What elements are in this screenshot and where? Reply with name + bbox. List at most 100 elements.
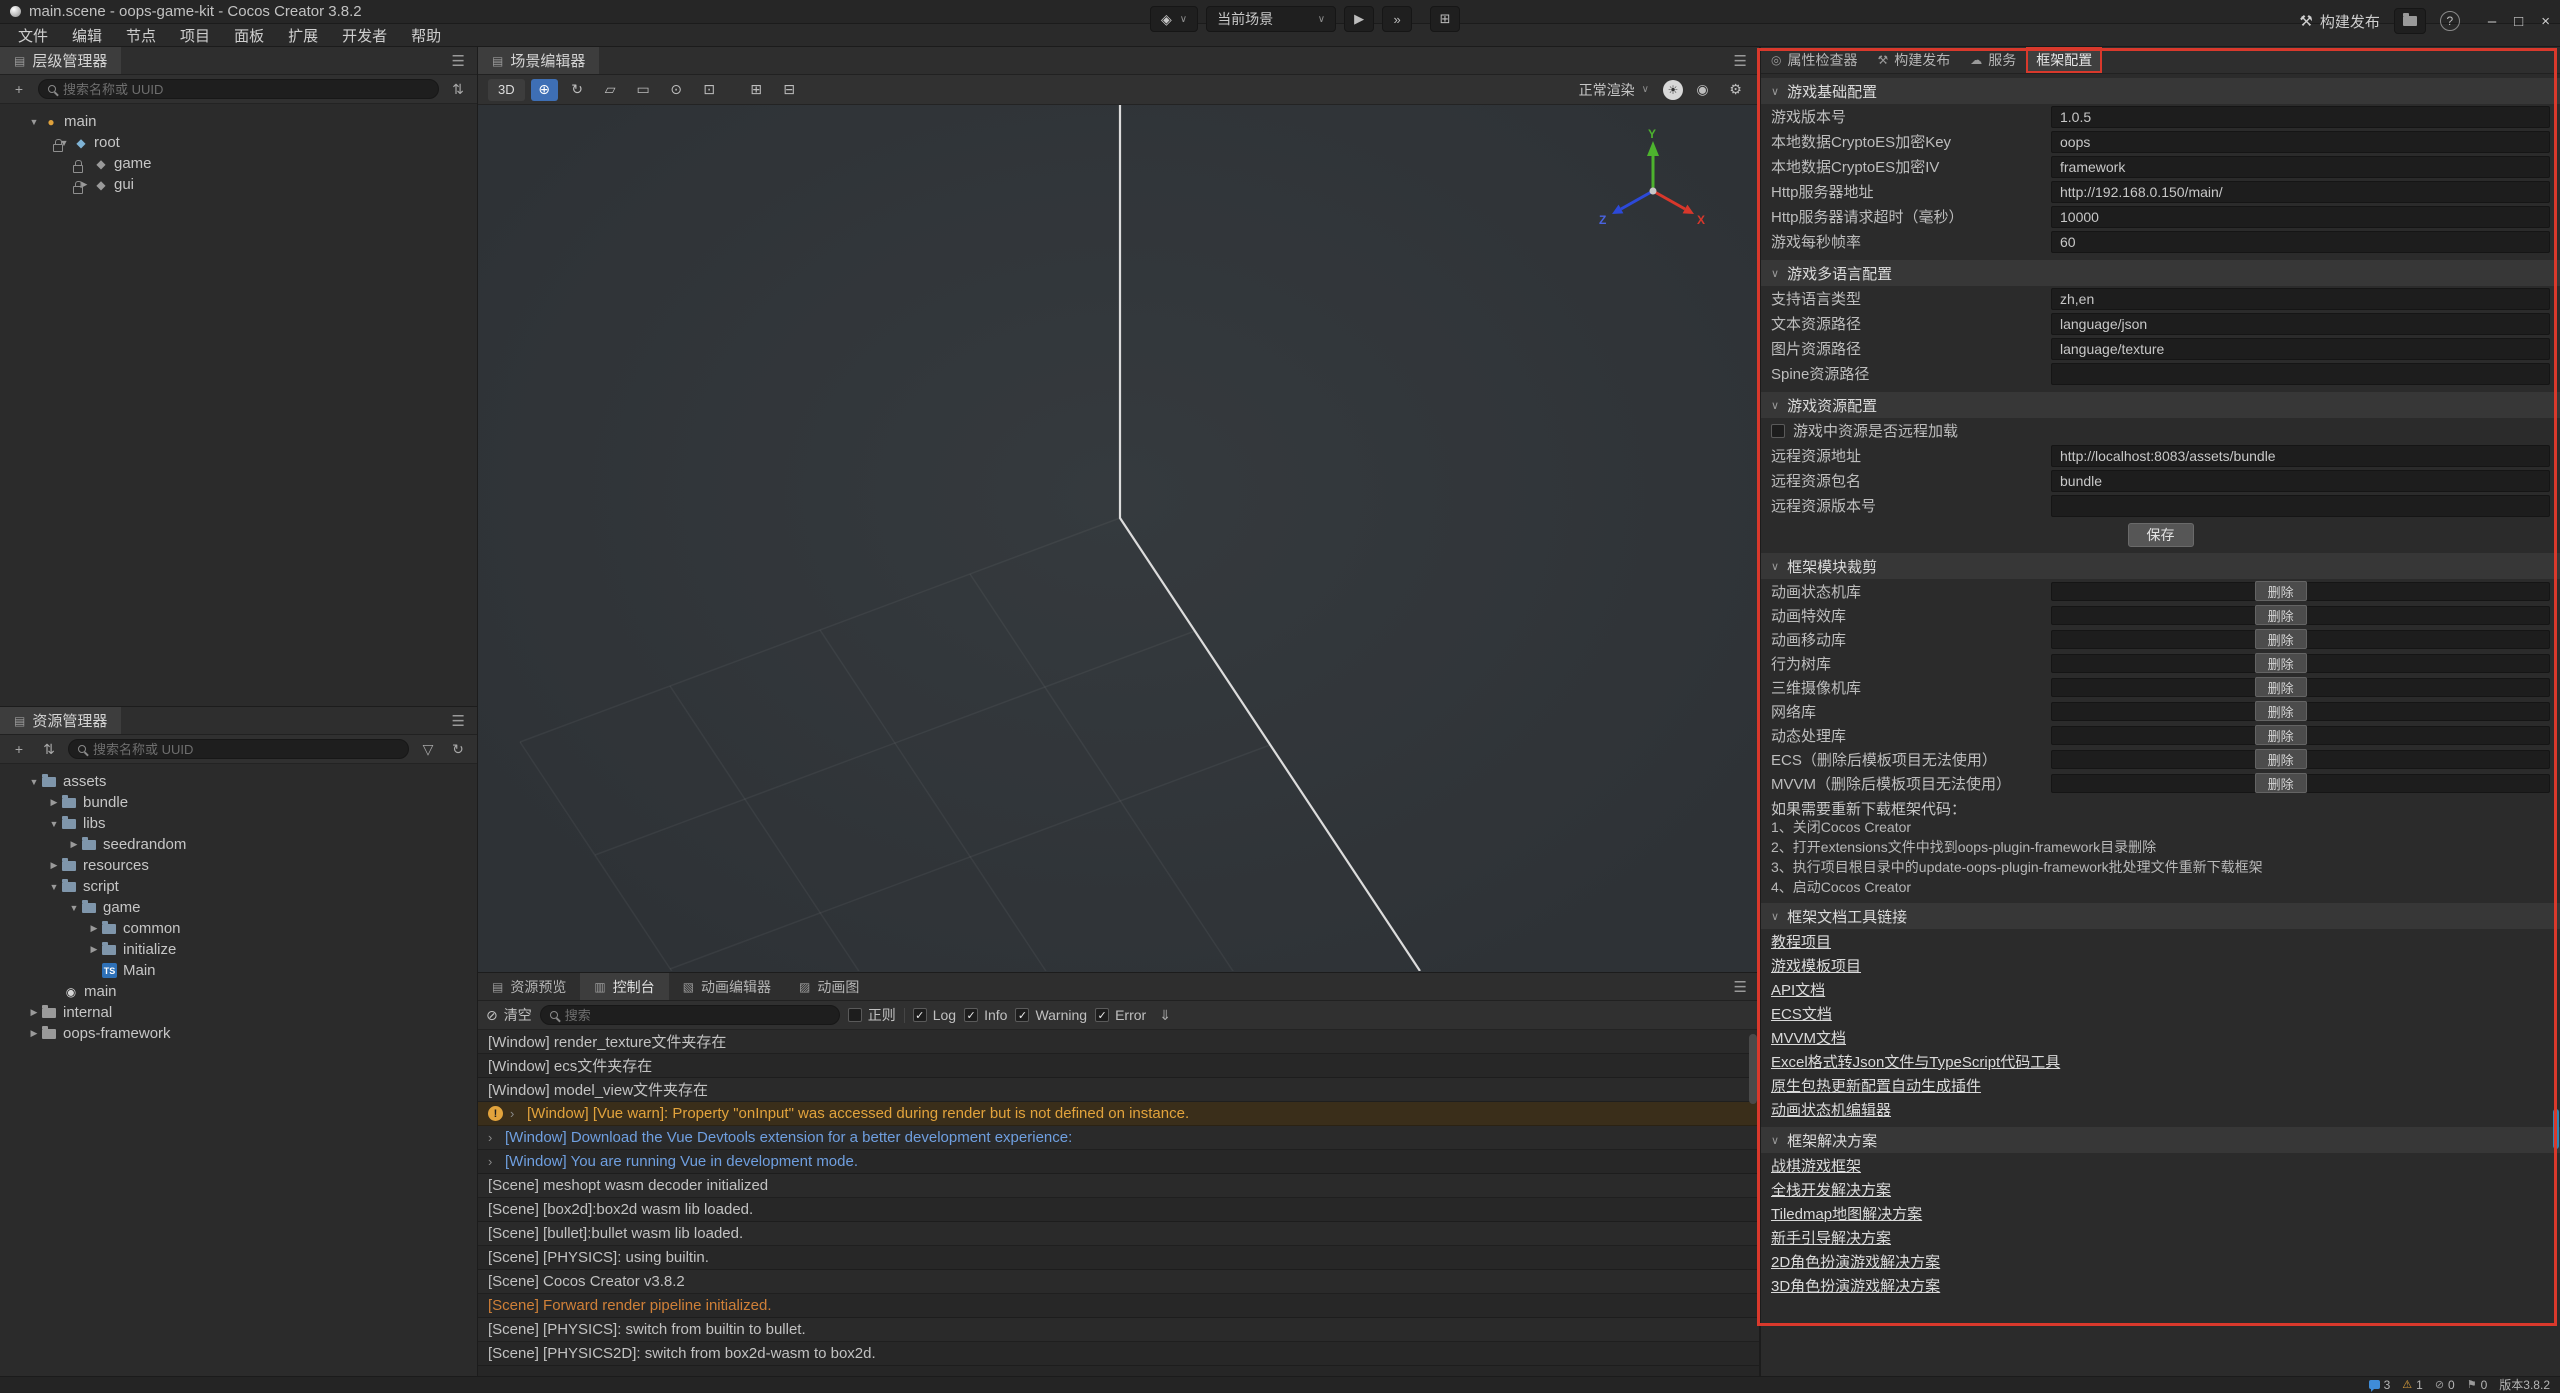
tree-arrow-icon[interactable]: ▶ bbox=[66, 839, 82, 850]
asset-row-game[interactable]: ▼ game bbox=[0, 897, 477, 918]
scene-camera-button[interactable]: ◉ bbox=[1689, 79, 1716, 101]
remote-load-checkbox[interactable] bbox=[1771, 424, 1785, 438]
hierarchy-filter-icon[interactable]: ⇅ bbox=[447, 81, 469, 98]
scene-select[interactable]: 当前场景 ∨ bbox=[1206, 6, 1336, 32]
solution-link[interactable]: Tiledmap地图解决方案 bbox=[1771, 1203, 1922, 1224]
tab-animation-editor[interactable]: ▧ 动画编辑器 bbox=[669, 973, 785, 1000]
export-log-icon[interactable]: ⇓ bbox=[1154, 1007, 1176, 1024]
menu-extension[interactable]: 扩展 bbox=[276, 24, 330, 46]
menu-help[interactable]: 帮助 bbox=[399, 24, 453, 46]
build-publish-button[interactable]: ⚒ 构建发布 bbox=[2299, 11, 2379, 32]
menu-project[interactable]: 项目 bbox=[168, 24, 222, 46]
doc-link[interactable]: MVVM文档 bbox=[1771, 1027, 1846, 1048]
tab-assets[interactable]: ▤ 资源管理器 bbox=[0, 707, 121, 734]
panel-menu-icon[interactable]: ☰ bbox=[440, 52, 477, 70]
log-row[interactable]: [Scene] Cocos Creator v3.8.2 bbox=[478, 1270, 1759, 1294]
warning-count[interactable]: ⚠ 1 bbox=[2402, 1378, 2423, 1392]
tab-hierarchy[interactable]: ▤ 层级管理器 bbox=[0, 47, 121, 74]
section-game-basic-config[interactable]: ∨ 游戏基础配置 bbox=[1761, 78, 2560, 104]
close-button[interactable]: × bbox=[2541, 13, 2550, 30]
solution-link[interactable]: 3D角色扮演游戏解决方案 bbox=[1771, 1275, 1940, 1296]
menu-node[interactable]: 节点 bbox=[114, 24, 168, 46]
clear-console-button[interactable]: ⊘ 清空 bbox=[486, 1005, 532, 1025]
play-button[interactable]: ▶ bbox=[1344, 6, 1374, 32]
message-count[interactable]: 3 bbox=[2369, 1378, 2391, 1392]
warning-checkbox[interactable]: ✓ bbox=[1015, 1008, 1029, 1022]
snap-settings-button[interactable]: ⊟ bbox=[776, 79, 803, 101]
log-row[interactable]: [Scene] [box2d]:box2d wasm lib loaded. bbox=[478, 1198, 1759, 1222]
scene-light-toggle[interactable]: ☀ bbox=[1663, 80, 1683, 100]
tree-arrow-icon[interactable]: ▼ bbox=[66, 903, 82, 913]
crypto-key-input[interactable] bbox=[2051, 131, 2550, 153]
asset-row-common[interactable]: ▶ common bbox=[0, 918, 477, 939]
inspector-scrollbar[interactable] bbox=[2553, 1109, 2559, 1149]
section-language-config[interactable]: ∨ 游戏多语言配置 bbox=[1761, 260, 2560, 286]
doc-link[interactable]: Excel格式转Json文件与TypeScript代码工具 bbox=[1771, 1051, 2060, 1072]
move-tool-button[interactable]: ⊕ bbox=[531, 79, 558, 101]
warning-filter[interactable]: ✓ Warning bbox=[1015, 1007, 1087, 1023]
doc-link[interactable]: 游戏模板项目 bbox=[1771, 955, 1861, 976]
info-checkbox[interactable]: ✓ bbox=[964, 1008, 978, 1022]
toggle-3d-button[interactable]: 3D bbox=[488, 79, 525, 101]
panel-menu-icon[interactable]: ☰ bbox=[1722, 52, 1759, 70]
rect-tool-button[interactable]: ▭ bbox=[630, 79, 657, 101]
menu-developer[interactable]: 开发者 bbox=[330, 24, 399, 46]
refresh-assets-icon[interactable]: ↻ bbox=[447, 741, 469, 758]
layout-button[interactable]: ⊞ bbox=[1430, 6, 1460, 32]
log-row[interactable]: [Scene] [PHYSICS]: using builtin. bbox=[478, 1246, 1759, 1270]
panel-menu-icon[interactable]: ☰ bbox=[1722, 978, 1759, 996]
solution-link[interactable]: 2D角色扮演游戏解决方案 bbox=[1771, 1251, 1940, 1272]
regex-checkbox[interactable] bbox=[848, 1008, 862, 1022]
log-row[interactable]: [Scene] [PHYSICS2D]: switch from box2d-w… bbox=[478, 1342, 1759, 1366]
log-row[interactable]: [Window] model_view文件夹存在 bbox=[478, 1078, 1759, 1102]
console-search-input[interactable] bbox=[565, 1008, 830, 1023]
section-resource-config[interactable]: ∨ 游戏资源配置 bbox=[1761, 392, 2560, 418]
remote-url-input[interactable] bbox=[2051, 445, 2550, 467]
hierarchy-node-root[interactable]: ▼ ◆ root bbox=[0, 132, 477, 153]
asset-row-main-ts[interactable]: TS Main bbox=[0, 960, 477, 981]
log-row[interactable]: ! › [Window] [Vue warn]: Property "onInp… bbox=[478, 1102, 1759, 1126]
tab-asset-preview[interactable]: ▤ 资源预览 bbox=[478, 973, 580, 1000]
coordinate-toggle-button[interactable]: ⊡ bbox=[696, 79, 723, 101]
tab-console[interactable]: ▥ 控制台 bbox=[580, 973, 668, 1000]
asset-row-internal[interactable]: ▶ internal bbox=[0, 1002, 477, 1023]
maximize-button[interactable]: □ bbox=[2514, 13, 2523, 30]
scene-gizmo-settings-button[interactable]: ⚙ bbox=[1722, 79, 1749, 101]
spine-path-input[interactable] bbox=[2051, 363, 2550, 385]
asset-row-assets[interactable]: ▼ assets bbox=[0, 771, 477, 792]
log-row[interactable]: [Scene] Forward render pipeline initiali… bbox=[478, 1294, 1759, 1318]
asset-row-bundle[interactable]: ▶ bundle bbox=[0, 792, 477, 813]
log-row[interactable]: [Window] render_texture文件夹存在 bbox=[478, 1030, 1759, 1054]
tab-framework-config[interactable]: 框架配置 bbox=[2026, 47, 2102, 73]
info-filter[interactable]: ✓ Info bbox=[964, 1007, 1007, 1023]
sort-assets-icon[interactable]: ⇅ bbox=[38, 741, 60, 758]
regex-filter[interactable]: 正则 bbox=[848, 1005, 896, 1025]
delete-button[interactable]: 删除 bbox=[2255, 605, 2307, 625]
remote-version-input[interactable] bbox=[2051, 495, 2550, 517]
section-solutions[interactable]: ∨ 框架解决方案 bbox=[1761, 1127, 2560, 1153]
panel-menu-icon[interactable]: ☰ bbox=[440, 712, 477, 730]
menu-panel[interactable]: 面板 bbox=[222, 24, 276, 46]
pivot-toggle-button[interactable]: ⊙ bbox=[663, 79, 690, 101]
doc-link[interactable]: 教程项目 bbox=[1771, 931, 1831, 952]
notification-count[interactable]: ⚑ 0 bbox=[2467, 1378, 2488, 1392]
tree-arrow-icon[interactable]: ▼ bbox=[26, 117, 42, 127]
tab-scene-editor[interactable]: ▤ 场景编辑器 bbox=[478, 47, 599, 74]
lock-icon[interactable] bbox=[73, 165, 83, 173]
tree-arrow-icon[interactable]: ▶ bbox=[46, 797, 62, 808]
delete-button[interactable]: 删除 bbox=[2255, 749, 2307, 769]
expand-chevron-icon[interactable]: › bbox=[488, 1154, 505, 1169]
delete-button[interactable]: 删除 bbox=[2255, 677, 2307, 697]
open-project-folder-button[interactable] bbox=[2394, 8, 2426, 34]
section-doc-links[interactable]: ∨ 框架文档工具链接 bbox=[1761, 903, 2560, 929]
rotate-tool-button[interactable]: ↻ bbox=[564, 79, 591, 101]
asset-row-seedrandom[interactable]: ▶ seedrandom bbox=[0, 834, 477, 855]
log-row[interactable]: [Scene] [bullet]:bullet wasm lib loaded. bbox=[478, 1222, 1759, 1246]
create-asset-button[interactable]: + bbox=[8, 741, 30, 757]
lock-icon[interactable] bbox=[53, 144, 63, 152]
hierarchy-node-main[interactable]: ▼ ● main bbox=[0, 111, 477, 132]
assets-filter-icon[interactable]: ▽ bbox=[417, 741, 439, 758]
lang-json-path-input[interactable] bbox=[2051, 313, 2550, 335]
languages-input[interactable] bbox=[2051, 288, 2550, 310]
solution-link[interactable]: 新手引导解决方案 bbox=[1771, 1227, 1891, 1248]
